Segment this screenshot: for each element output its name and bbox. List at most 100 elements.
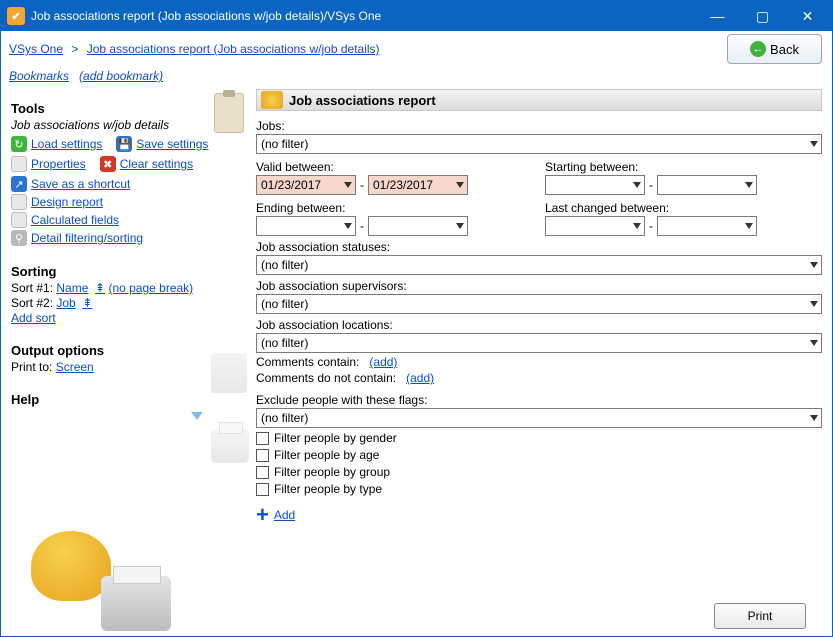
shortcut-icon: ↗	[11, 176, 27, 192]
valid-from-date[interactable]: 01/23/2017	[256, 175, 356, 195]
starting-between-label: Starting between:	[545, 160, 822, 174]
jobs-select[interactable]: (no filter)	[256, 134, 822, 154]
help-heading: Help	[11, 392, 250, 407]
calc-icon	[11, 212, 27, 228]
ending-between-label: Ending between:	[256, 201, 533, 215]
statuses-label: Job association statuses:	[256, 240, 822, 254]
breadcrumb-current[interactable]: Job associations report (Job association…	[87, 42, 380, 56]
sort1-up-icon[interactable]: ⇞	[95, 281, 105, 295]
save-icon: 💾	[116, 136, 132, 152]
sort1-prefix: Sort #1:	[11, 281, 56, 295]
filter-type-label: Filter people by type	[274, 482, 382, 496]
add-sort-link[interactable]: Add sort	[11, 311, 56, 325]
maximize-button[interactable]: ▢	[740, 2, 785, 30]
ending-to-date[interactable]	[368, 216, 468, 236]
add-bookmark-link[interactable]: (add bookmark)	[79, 69, 163, 83]
ending-from-date[interactable]	[256, 216, 356, 236]
clipboard-icon	[214, 93, 244, 133]
design-icon	[11, 194, 27, 210]
statuses-select[interactable]: (no filter)	[256, 255, 822, 275]
last-changed-to-date[interactable]	[657, 216, 757, 236]
print-to-value[interactable]: Screen	[56, 360, 94, 374]
sort2-prefix: Sort #2:	[11, 296, 56, 310]
window-title: Job associations report (Job association…	[31, 9, 695, 23]
locations-value: (no filter)	[261, 336, 308, 350]
main-panel: Job associations report Jobs: (no filter…	[256, 89, 832, 636]
sorting-heading: Sorting	[11, 264, 250, 279]
print-button[interactable]: Print	[714, 603, 806, 629]
detail-filtering-link[interactable]: Detail filtering/sorting	[31, 231, 143, 245]
jobs-value: (no filter)	[261, 137, 308, 151]
load-icon: ↻	[11, 136, 27, 152]
back-label: Back	[770, 42, 799, 57]
close-button[interactable]: ✕	[785, 2, 830, 30]
jobs-label: Jobs:	[256, 119, 822, 133]
exclude-flags-select[interactable]: (no filter)	[256, 408, 822, 428]
locations-label: Job association locations:	[256, 318, 822, 332]
filter-icon: ⚲	[11, 230, 27, 246]
save-settings-link[interactable]: Save settings	[136, 137, 208, 151]
bookmarks-row: Bookmarks (add bookmark)	[1, 67, 832, 89]
supervisors-select[interactable]: (no filter)	[256, 294, 822, 314]
filter-group-checkbox[interactable]	[256, 466, 269, 479]
properties-icon	[11, 156, 27, 172]
sort-2: Sort #2: Job ⇞	[11, 296, 250, 310]
valid-from-value: 01/23/2017	[261, 178, 323, 192]
back-arrow-icon: ←	[750, 41, 766, 57]
comments-not-contain-add[interactable]: (add)	[406, 371, 434, 385]
clear-icon: ✖	[100, 156, 116, 172]
load-settings-link[interactable]: Load settings	[31, 137, 102, 151]
app-icon: ✔	[7, 7, 25, 25]
valid-to-value: 01/23/2017	[373, 178, 435, 192]
breadcrumb-sep: >	[71, 42, 78, 56]
report-art-icon	[31, 521, 171, 631]
clear-settings-link[interactable]: Clear settings	[120, 157, 193, 171]
supervisors-value: (no filter)	[261, 297, 308, 311]
statuses-value: (no filter)	[261, 258, 308, 272]
calendar-watermark-icon	[211, 353, 247, 393]
plus-icon: +	[256, 506, 269, 524]
add-filter-link[interactable]: Add	[274, 508, 295, 522]
panel-header: Job associations report	[256, 89, 822, 111]
design-report-link[interactable]: Design report	[31, 195, 103, 209]
back-button[interactable]: ← Back	[727, 34, 822, 64]
filter-gender-label: Filter people by gender	[274, 431, 397, 445]
filter-type-checkbox[interactable]	[256, 483, 269, 496]
panel-title: Job associations report	[289, 93, 436, 108]
calculated-fields-link[interactable]: Calculated fields	[31, 213, 119, 227]
sort2-up-icon[interactable]: ⇞	[82, 296, 92, 310]
comments-not-contain-label: Comments do not contain:	[256, 371, 396, 385]
exclude-value: (no filter)	[261, 411, 308, 425]
sort1-field[interactable]: Name	[56, 281, 88, 295]
comments-contain-label: Comments contain:	[256, 355, 359, 369]
report-header-icon	[261, 91, 283, 109]
properties-link[interactable]: Properties	[31, 157, 86, 171]
sort2-field[interactable]: Job	[56, 296, 75, 310]
save-shortcut-link[interactable]: Save as a shortcut	[31, 177, 130, 191]
filter-gender-checkbox[interactable]	[256, 432, 269, 445]
filter-age-label: Filter people by age	[274, 448, 379, 462]
minimize-button[interactable]: —	[695, 2, 740, 30]
locations-select[interactable]: (no filter)	[256, 333, 822, 353]
breadcrumb: VSys One > Job associations report (Job …	[9, 42, 380, 56]
valid-between-label: Valid between:	[256, 160, 533, 174]
sort-1: Sort #1: Name ⇞ (no page break)	[11, 281, 250, 295]
filter-age-checkbox[interactable]	[256, 449, 269, 462]
help-chevron-icon[interactable]	[191, 412, 203, 420]
print-to-prefix: Print to:	[11, 360, 56, 374]
starting-from-date[interactable]	[545, 175, 645, 195]
valid-to-date[interactable]: 01/23/2017	[368, 175, 468, 195]
sort1-pagebreak[interactable]: (no page break)	[108, 281, 193, 295]
dash: -	[360, 178, 364, 192]
comments-contain-add[interactable]: (add)	[369, 355, 397, 369]
last-changed-from-date[interactable]	[545, 216, 645, 236]
bookmarks-link[interactable]: Bookmarks	[9, 69, 69, 83]
titlebar: ✔ Job associations report (Job associati…	[1, 1, 832, 31]
filter-group-label: Filter people by group	[274, 465, 390, 479]
top-row: VSys One > Job associations report (Job …	[1, 31, 832, 67]
starting-to-date[interactable]	[657, 175, 757, 195]
last-changed-label: Last changed between:	[545, 201, 822, 215]
breadcrumb-root[interactable]: VSys One	[9, 42, 63, 56]
footer: Print	[256, 596, 822, 636]
sidebar: Tools Job associations w/job details ↻Lo…	[1, 89, 256, 636]
